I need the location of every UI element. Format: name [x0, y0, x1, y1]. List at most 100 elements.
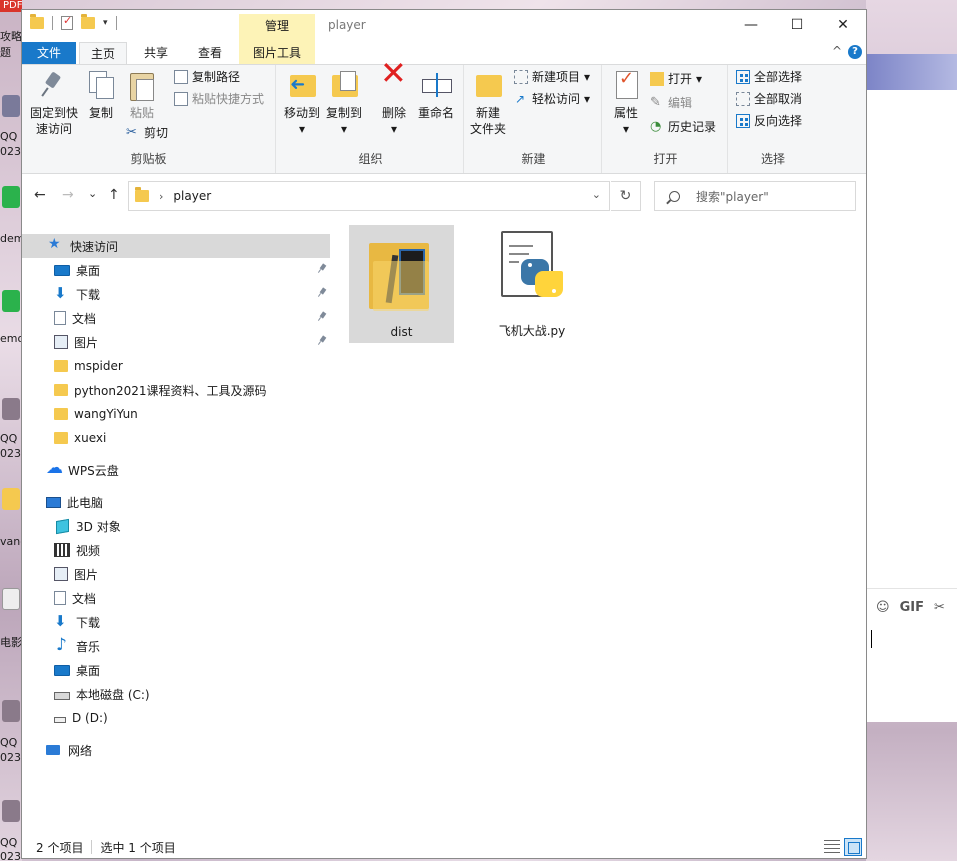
tab-file[interactable]: 文件 [22, 42, 76, 64]
file-item-py[interactable]: 飞机大战.py [477, 225, 587, 343]
nav-label: wangYiYun [74, 407, 138, 421]
properties-button[interactable]: 属性 ▾ [608, 69, 644, 137]
nav-item-folder[interactable]: wangYiYun [22, 402, 330, 426]
nav-item-pictures[interactable]: 图片 [22, 330, 330, 354]
delete-button[interactable]: 删除 ▾ [376, 65, 412, 137]
chevron-down-icon[interactable]: ▾ [103, 18, 108, 28]
nav-network[interactable]: 网络 [22, 738, 330, 762]
nav-item-desktop[interactable]: 桌面 [22, 258, 330, 282]
close-button[interactable]: ✕ [820, 10, 866, 40]
breadcrumb-separator[interactable]: › [159, 190, 163, 203]
nav-this-pc[interactable]: 此电脑 [22, 490, 330, 514]
nav-item-pictures[interactable]: 图片 [22, 562, 330, 586]
recent-locations-button[interactable]: ⌄ [88, 187, 97, 200]
nav-item-drive-d[interactable]: D (D:) [22, 706, 330, 730]
nav-label: 图片 [74, 567, 99, 582]
folder-icon [54, 384, 68, 396]
nav-item-documents[interactable]: 文档 [22, 306, 330, 330]
desktop-label: 攻略 [0, 30, 22, 43]
emoji-icon[interactable]: ☺ [876, 600, 890, 615]
nav-item-downloads[interactable]: 下载 [22, 610, 330, 634]
move-to-button[interactable]: 移动到 ▾ [282, 69, 322, 137]
desktop-label: 023 [0, 751, 21, 764]
desktop-label: QQ [0, 432, 18, 445]
file-item-dist[interactable]: dist [349, 225, 454, 343]
maximize-button[interactable]: ☐ [774, 10, 820, 40]
desktop-file-icon[interactable] [2, 588, 20, 610]
refresh-button[interactable]: ↻ [611, 181, 641, 211]
desktop-app-icon[interactable] [2, 290, 20, 312]
details-view-icon[interactable] [824, 840, 840, 856]
up-button[interactable]: ↑ [108, 187, 120, 203]
nav-wps-cloud[interactable]: WPS云盘 [22, 458, 330, 482]
select-group: 全部选择 全部取消 反向选择 选择 [730, 65, 816, 173]
desktop-folder-icon[interactable] [2, 488, 20, 510]
tab-share[interactable]: 共享 [134, 42, 178, 64]
nav-item-documents[interactable]: 文档 [22, 586, 330, 610]
copy-to-button[interactable]: 复制到 ▾ [324, 69, 364, 137]
tab-picture-tools[interactable]: 图片工具 [239, 42, 315, 64]
new-folder-icon[interactable] [81, 14, 95, 29]
tab-home[interactable]: 主页 [79, 42, 127, 64]
ribbon: 固定到快 速访问 复制 粘贴 复制路径 粘贴快捷方式 剪切 [22, 64, 866, 174]
desktop-qq-icon[interactable] [2, 398, 20, 420]
breadcrumb-player[interactable]: player [173, 189, 211, 203]
new-item-button[interactable]: 新建项目 ▾ [514, 67, 590, 87]
desktop-qq-icon[interactable] [2, 700, 20, 722]
desktop-qq-icon[interactable] [2, 800, 20, 822]
nav-item-desktop[interactable]: 桌面 [22, 658, 330, 682]
gif-button[interactable]: GIF [900, 600, 924, 615]
open-button[interactable]: 打开 ▾ [650, 69, 702, 89]
cut-button[interactable]: 剪切 [126, 123, 168, 143]
minimize-button[interactable]: — [728, 10, 774, 40]
address-bar[interactable]: › player ⌄ [128, 181, 610, 211]
nav-item-videos[interactable]: 视频 [22, 538, 330, 562]
button-label: 移动到 [283, 106, 320, 120]
paste-shortcut-button[interactable]: 粘贴快捷方式 [174, 89, 264, 109]
nav-label: 桌面 [76, 263, 101, 278]
nav-item-folder[interactable]: mspider [22, 354, 330, 378]
select-none-button[interactable]: 全部取消 [736, 89, 802, 109]
properties-icon[interactable] [61, 14, 73, 30]
collapse-ribbon-button[interactable]: ^ [832, 44, 842, 58]
large-icons-view-icon[interactable] [844, 838, 862, 856]
paste-button[interactable]: 粘贴 [124, 69, 160, 121]
new-folder-button[interactable]: 新建 文件夹 [468, 69, 508, 137]
nav-label: 快速访问 [70, 239, 119, 254]
invert-selection-button[interactable]: 反向选择 [736, 111, 802, 131]
history-button[interactable]: 历史记录 [650, 117, 716, 137]
search-input[interactable]: 搜索"player" [654, 181, 856, 211]
easy-access-button[interactable]: 轻松访问 ▾ [514, 89, 590, 109]
item-count: 2 个项目 [36, 840, 84, 855]
select-all-button[interactable]: 全部选择 [736, 67, 802, 87]
nav-label: D (D:) [72, 711, 108, 725]
back-button[interactable]: ← [34, 187, 46, 203]
forward-button[interactable]: → [62, 187, 74, 203]
pin-to-quick-access-button[interactable]: 固定到快 速访问 [26, 69, 82, 137]
nav-item-folder[interactable]: xuexi [22, 426, 330, 450]
divider [91, 840, 93, 854]
desktop-app-icon[interactable] [2, 186, 20, 208]
tab-view[interactable]: 查看 [188, 42, 232, 64]
chevron-down-icon[interactable]: ⌄ [592, 188, 601, 201]
paste-icon [126, 69, 158, 101]
button-label: 复制路径 [192, 70, 241, 84]
copy-button[interactable]: 复制 [84, 69, 118, 121]
manage-tab[interactable]: 管理 [239, 14, 315, 42]
nav-item-3d-objects[interactable]: 3D 对象 [22, 514, 330, 538]
edit-button[interactable]: 编辑 [650, 93, 692, 113]
search-placeholder: 搜索"player" [696, 189, 769, 204]
help-button[interactable]: ? [848, 45, 862, 59]
new-item-icon [514, 70, 528, 84]
nav-item-music[interactable]: 音乐 [22, 634, 330, 658]
rename-button[interactable]: 重命名 [416, 69, 456, 121]
scissors-icon[interactable]: ✂ [934, 600, 945, 615]
copy-path-button[interactable]: 复制路径 [174, 67, 240, 87]
qq-toolbar: ☺ GIF ✂ [876, 600, 945, 615]
nav-item-folder[interactable]: python2021课程资料、工具及源码 [22, 378, 330, 402]
nav-quick-access[interactable]: 快速访问 [22, 234, 330, 258]
nav-item-drive-c[interactable]: 本地磁盘 (C:) [22, 682, 330, 706]
paste-shortcut-icon [174, 92, 188, 106]
nav-item-downloads[interactable]: 下载 [22, 282, 330, 306]
desktop-qq-icon[interactable] [2, 95, 20, 117]
